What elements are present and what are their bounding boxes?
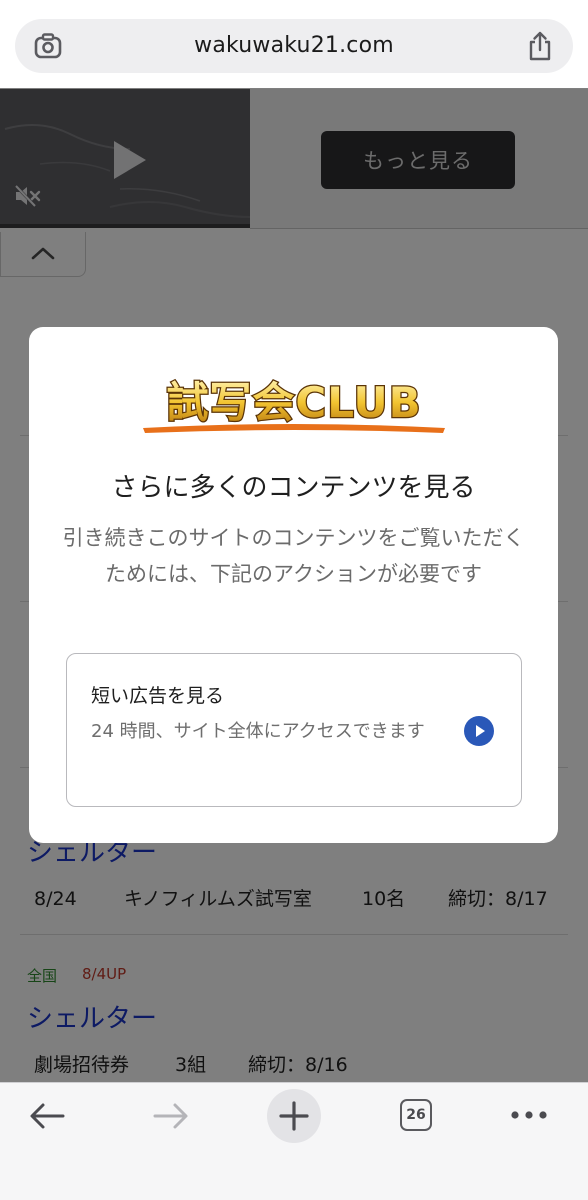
new-tab-button[interactable] — [267, 1089, 321, 1143]
tab-switcher-button[interactable]: 26 — [400, 1099, 432, 1131]
dialog-description: 引き続きこのサイトのコンテンツをご覧いただくためには、下記のアクションが必要です — [62, 526, 525, 586]
browser-toolbar: 26 — [0, 1082, 588, 1200]
plus-icon — [279, 1101, 309, 1131]
address-bar[interactable]: wakuwaku21.com — [15, 19, 573, 73]
option-description: 24 時間、サイト全体にアクセスできます — [91, 721, 425, 742]
url-text[interactable]: wakuwaku21.com — [15, 19, 573, 73]
forward-arrow-icon[interactable] — [152, 1101, 190, 1131]
watch-ad-option[interactable]: 短い広告を見る 24 時間、サイト全体にアクセスできます — [66, 653, 522, 807]
option-title: 短い広告を見る — [91, 685, 225, 707]
content-gate-dialog: 試写会CLUB さらに多くのコンテンツを見る 引き続きこのサイトのコンテンツをご… — [29, 327, 558, 843]
dialog-title: さらに多くのコンテンツを見る — [111, 473, 476, 503]
svg-text:試写会CLUB: 試写会CLUB — [166, 378, 421, 427]
more-options-icon[interactable] — [510, 1109, 548, 1121]
site-logo: 試写会CLUB — [143, 377, 445, 433]
browser-address-area: wakuwaku21.com — [0, 0, 588, 88]
back-arrow-icon[interactable] — [28, 1101, 66, 1131]
share-icon[interactable] — [527, 30, 553, 62]
play-circle-icon[interactable] — [464, 716, 494, 746]
